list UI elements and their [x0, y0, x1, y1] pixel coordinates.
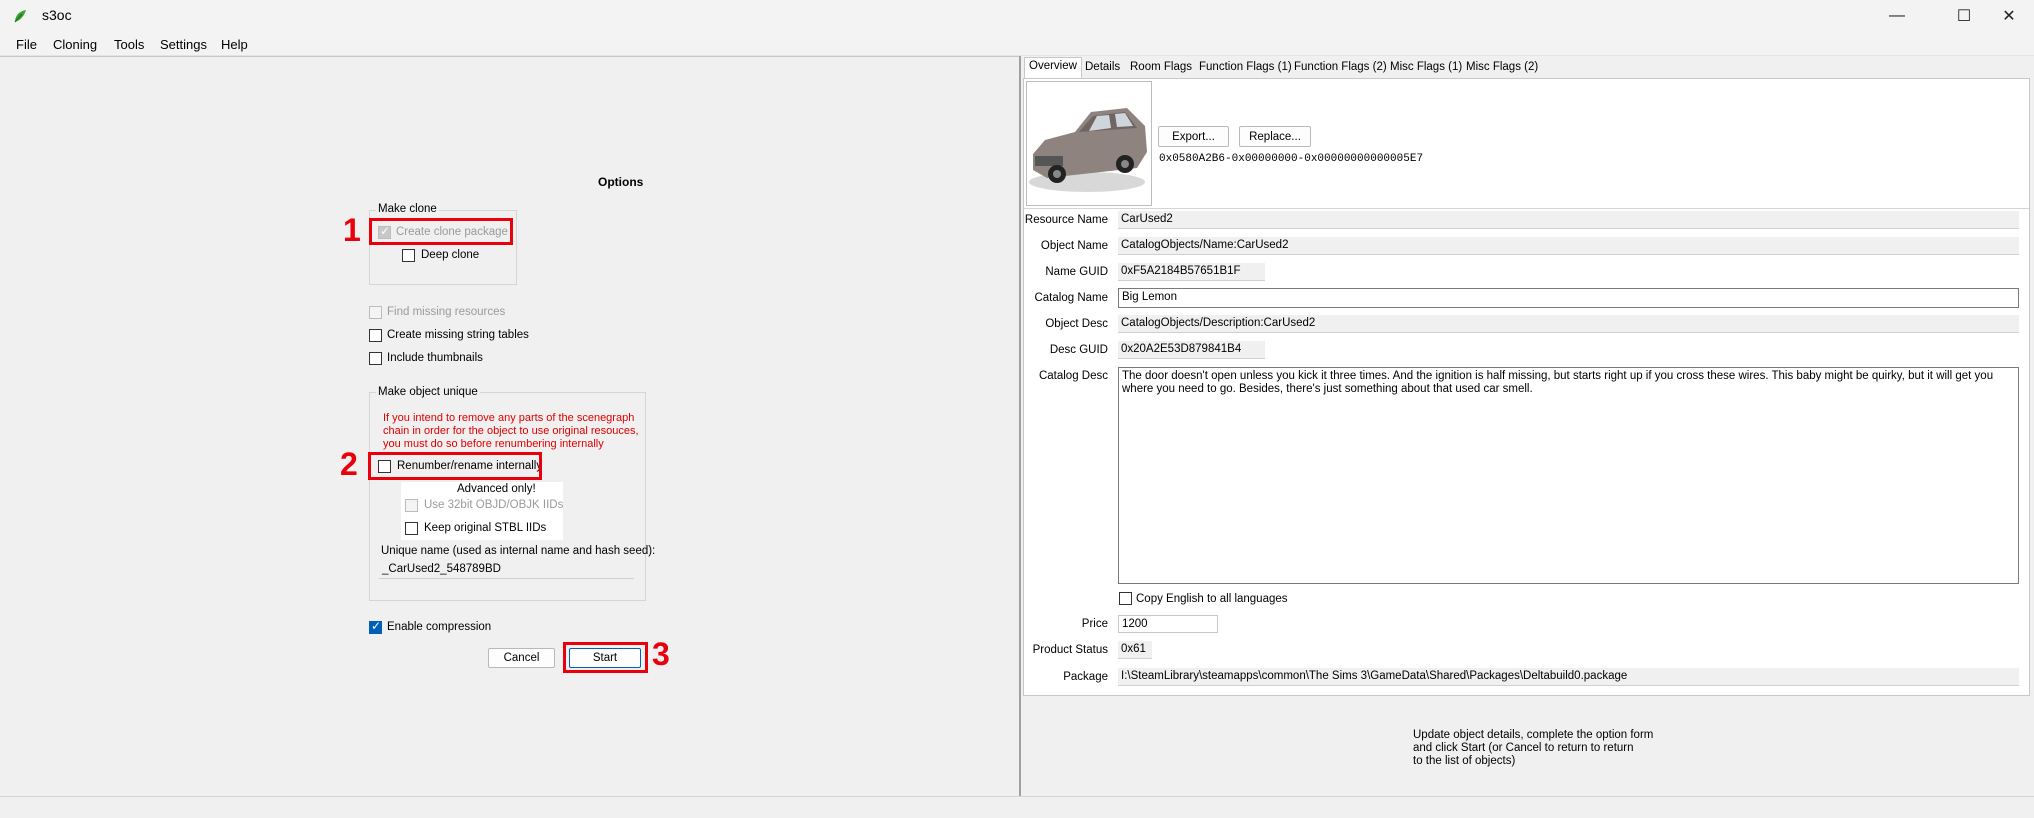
- keep-stbl-checkbox[interactable]: [405, 522, 418, 535]
- cancel-button[interactable]: Cancel: [488, 648, 555, 668]
- warning-text: If you intend to remove any parts of the…: [383, 412, 639, 451]
- enable-compression-label: Enable compression: [387, 621, 492, 633]
- annotation-3: 3: [652, 636, 670, 672]
- tab-function-flags-2[interactable]: Function Flags (2): [1290, 59, 1391, 78]
- catalog-desc-label: Catalog Desc: [1038, 370, 1108, 382]
- highlight-box-2: [368, 452, 542, 480]
- annotation-1: 1: [343, 212, 361, 248]
- export-button[interactable]: Export...: [1158, 126, 1229, 147]
- unique-name-label: Unique name (used as internal name and h…: [381, 545, 656, 557]
- resource-key: 0x0580A2B6-0x00000000-0x00000000000005E7: [1159, 153, 1424, 165]
- desc-guid-field[interactable]: 0x20A2E53D879841B4: [1118, 341, 1265, 359]
- object-name-label: Object Name: [1040, 240, 1108, 252]
- create-missing-string-tables-label: Create missing string tables: [387, 329, 529, 341]
- price-field[interactable]: 1200: [1118, 615, 1218, 633]
- use-32bit-label: Use 32bit OBJD/OBJK IIDs: [424, 499, 564, 511]
- copy-english-checkbox[interactable]: [1119, 592, 1132, 605]
- product-status-label: Product Status: [1032, 644, 1108, 656]
- package-field[interactable]: I:\SteamLibrary\steamapps\common\The Sim…: [1118, 668, 2019, 686]
- object-thumbnail: [1026, 81, 1152, 206]
- advanced-only-label: Advanced only!: [457, 483, 536, 495]
- tab-misc-flags-2[interactable]: Misc Flags (2): [1462, 59, 1542, 78]
- help-line: Update object details, complete the opti…: [1413, 729, 1654, 741]
- tab-details[interactable]: Details: [1081, 59, 1124, 78]
- menu-help[interactable]: Help: [217, 35, 252, 54]
- object-name-field[interactable]: CatalogObjects/Name:CarUsed2: [1118, 237, 2019, 255]
- close-button[interactable]: ✕: [1986, 0, 2032, 32]
- desc-guid-label: Desc GUID: [1049, 344, 1108, 356]
- find-missing-resources-label: Find missing resources: [387, 306, 506, 318]
- use-32bit-checkbox[interactable]: [405, 499, 418, 512]
- resource-name-label: Resource Name: [1024, 214, 1108, 226]
- object-desc-field[interactable]: CatalogObjects/Description:CarUsed2: [1118, 315, 2019, 333]
- warning-line: If you intend to remove any parts of the…: [383, 412, 635, 424]
- menu-bar: File Cloning Tools Settings Help: [0, 32, 2034, 56]
- catalog-name-label: Catalog Name: [1034, 292, 1108, 304]
- find-missing-resources-checkbox[interactable]: [369, 306, 382, 319]
- name-guid-field[interactable]: 0xF5A2184B57651B1F: [1118, 263, 1265, 281]
- help-line: and click Start (or Cancel to return to …: [1413, 742, 1634, 754]
- menu-settings[interactable]: Settings: [156, 35, 211, 54]
- warning-line: you must do so before renumbering intern…: [383, 438, 604, 450]
- menu-cloning[interactable]: Cloning: [49, 35, 101, 54]
- include-thumbnails-label: Include thumbnails: [387, 352, 483, 364]
- replace-button[interactable]: Replace...: [1239, 126, 1311, 147]
- title-bar: s3oc — ☐ ✕: [0, 0, 2034, 32]
- make-clone-group-title: Make clone: [376, 203, 439, 215]
- window-title: s3oc: [42, 7, 72, 23]
- product-status-field[interactable]: 0x61: [1118, 641, 1152, 659]
- price-label: Price: [1081, 618, 1108, 630]
- app-leaf-icon: [12, 8, 28, 24]
- menu-file[interactable]: File: [12, 35, 41, 54]
- divider: [1024, 208, 2029, 209]
- tab-misc-flags-1[interactable]: Misc Flags (1): [1386, 59, 1466, 78]
- help-line: to the list of objects): [1413, 755, 1516, 767]
- annotation-2: 2: [340, 446, 358, 482]
- maximize-button[interactable]: ☐: [1941, 0, 1987, 32]
- highlight-box-3: [563, 642, 648, 673]
- copy-english-label: Copy English to all languages: [1136, 593, 1288, 605]
- catalog-name-input[interactable]: Big Lemon: [1118, 288, 2019, 308]
- options-heading: Options: [598, 175, 644, 189]
- minimize-button[interactable]: —: [1874, 0, 1920, 32]
- package-label: Package: [1063, 671, 1108, 683]
- tab-overview[interactable]: Overview: [1024, 57, 1082, 79]
- enable-compression-checkbox[interactable]: [369, 619, 382, 634]
- make-unique-group-title: Make object unique: [376, 386, 480, 398]
- tab-room-flags[interactable]: Room Flags: [1126, 59, 1196, 78]
- status-bar: [0, 796, 2034, 818]
- help-text: Update object details, complete the opti…: [1413, 729, 1653, 768]
- resource-name-field[interactable]: CarUsed2: [1118, 211, 2019, 229]
- name-guid-label: Name GUID: [1045, 266, 1108, 278]
- include-thumbnails-checkbox[interactable]: [369, 352, 382, 365]
- car-thumbnail-icon: [1029, 108, 1147, 192]
- menu-tools[interactable]: Tools: [110, 35, 148, 54]
- object-desc-label: Object Desc: [1045, 318, 1108, 330]
- catalog-desc-textarea[interactable]: The door doesn't open unless you kick it…: [1118, 367, 2019, 584]
- keep-stbl-label: Keep original STBL IIDs: [424, 522, 547, 534]
- deep-clone-label: Deep clone: [421, 249, 480, 261]
- warning-line: chain in order for the object to use ori…: [383, 425, 639, 437]
- highlight-box-1: [369, 218, 513, 245]
- deep-clone-checkbox[interactable]: [402, 249, 415, 262]
- tab-function-flags-1[interactable]: Function Flags (1): [1195, 59, 1296, 78]
- unique-name-field[interactable]: _CarUsed2_548789BD: [379, 561, 634, 579]
- create-missing-string-tables-checkbox[interactable]: [369, 329, 382, 342]
